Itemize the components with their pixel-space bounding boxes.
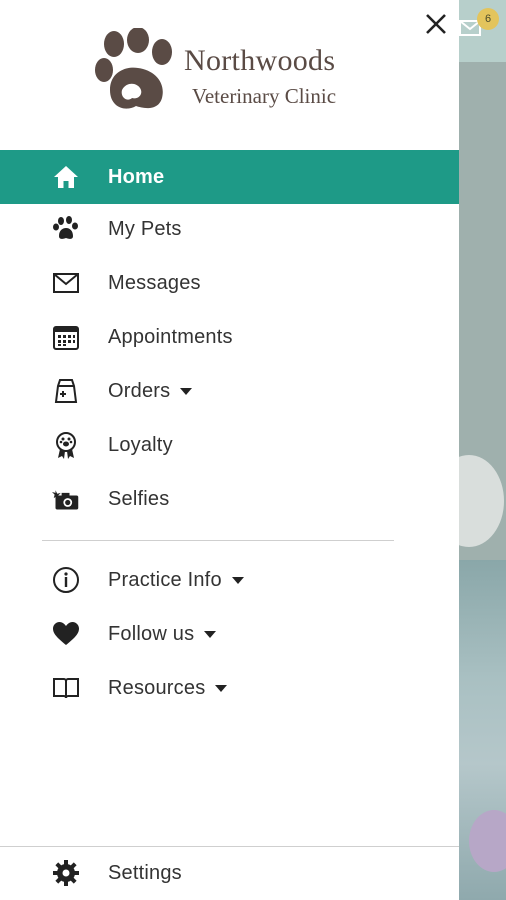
gear-icon [52, 859, 80, 887]
menu-item-label: Settings [108, 861, 182, 884]
menu-item-label: Resources [108, 677, 228, 700]
ribbon-paw-icon [52, 431, 80, 459]
info-icon [52, 566, 80, 594]
book-icon [52, 674, 80, 702]
menu-item-resources[interactable]: Resources [0, 661, 459, 715]
background-card [459, 455, 504, 547]
menu-item-practice-info[interactable]: Practice Info [0, 553, 459, 607]
calendar-icon [52, 323, 80, 351]
menu-item-my-pets[interactable]: My Pets [0, 202, 459, 256]
home-icon [52, 163, 80, 191]
chevron-down-icon [231, 576, 244, 584]
menu-item-settings[interactable]: Settings [0, 846, 459, 900]
menu-item-label: Messages [108, 271, 201, 294]
logo-name: Northwoods [184, 44, 336, 77]
chevron-down-icon [215, 684, 228, 692]
menu-item-label: Loyalty [108, 433, 173, 456]
envelope-icon [52, 269, 80, 297]
heart-icon [52, 620, 80, 648]
paw-logo-icon [95, 28, 172, 109]
background-app: 6 [459, 0, 506, 900]
menu-item-label: My Pets [108, 217, 182, 240]
camera-icon [52, 485, 80, 513]
paw-icon [52, 215, 80, 243]
menu-divider [42, 540, 394, 541]
menu-item-label: Selfies [108, 487, 170, 510]
navigation-drawer: Northwoods Veterinary Clinic Home My Pet… [0, 0, 459, 900]
menu-item-label: Appointments [108, 325, 233, 348]
menu-item-label: Home [108, 165, 165, 188]
clinic-logo: Northwoods Veterinary Clinic [92, 28, 362, 118]
menu-item-follow-us[interactable]: Follow us [0, 607, 459, 661]
chevron-down-icon [204, 630, 217, 638]
menu-item-appointments[interactable]: Appointments [0, 310, 459, 364]
chevron-down-icon [180, 387, 193, 395]
menu-item-label: Practice Info [108, 569, 244, 592]
logo-subtitle: Veterinary Clinic [192, 84, 337, 108]
menu-item-home[interactable]: Home [0, 150, 459, 204]
mail-count-badge: 6 [477, 8, 499, 30]
menu-item-selfies[interactable]: Selfies [0, 472, 459, 526]
menu-item-messages[interactable]: Messages [0, 256, 459, 310]
close-icon[interactable] [420, 8, 452, 40]
menu-item-orders[interactable]: Orders [0, 364, 459, 418]
menu-item-label: Follow us [108, 623, 217, 646]
menu-item-loyalty[interactable]: Loyalty [0, 418, 459, 472]
bag-icon [52, 377, 80, 405]
menu-item-label: Orders [108, 380, 193, 403]
